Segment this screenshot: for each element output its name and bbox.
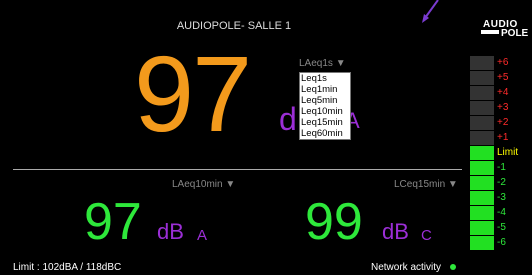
level-segment [470,221,494,235]
right-measure-dropdown[interactable]: LCeq15min ▼ [394,179,458,190]
measure-dropdown-menu: Leq1s Leq1min Leq5min Leq10min Leq15min … [299,72,351,140]
cursor-arrow-icon [422,0,439,23]
network-activity-label: Network activity [371,262,442,273]
main-measure-dropdown[interactable]: LAeq1s ▼ [299,58,346,69]
dropdown-option-leq10min[interactable]: Leq10min [300,106,350,117]
level-segment-label: +3 [497,102,509,113]
level-segment-label: +2 [497,117,509,128]
dropdown-option-leq5min[interactable]: Leq5min [300,95,350,106]
page-title: AUDIOPOLE- SALLE 1 [176,20,292,32]
network-status-icon [450,264,456,270]
left-level-value: 97 [84,193,142,251]
left-measure-dropdown[interactable]: LAeq10min ▼ [172,179,235,190]
dropdown-option-leq1s[interactable]: Leq1s [300,73,350,84]
level-segment [470,176,494,190]
dropdown-option-leq15min[interactable]: Leq15min [300,117,350,128]
limit-info: Limit : 102dBA / 118dBC [13,262,122,273]
level-segment [470,206,494,220]
level-segment [470,161,494,175]
level-segment [470,86,494,100]
level-segment-label: -2 [497,177,506,188]
divider [13,169,462,170]
level-segment [470,191,494,205]
level-segment [470,56,494,70]
level-segment [470,101,494,115]
logo-text-bottom: POLE [501,28,529,39]
level-segment [470,116,494,130]
main-unit-db: d [279,101,297,137]
level-segment [470,236,494,250]
level-segment-label: -4 [497,207,506,218]
level-segment [470,146,494,160]
level-segment-label: +1 [497,132,509,143]
level-segment [470,71,494,85]
level-segment-label: -5 [497,222,506,233]
left-unit-weighting: A [197,227,208,244]
dropdown-option-leq60min[interactable]: Leq60min [300,128,350,139]
right-unit-weighting: C [421,227,432,244]
level-segment-label: -1 [497,162,506,173]
level-segment-label: Limit [497,147,519,158]
left-unit-db: dB [157,219,184,244]
right-level-value: 99 [305,193,363,251]
right-unit-db: dB [382,219,409,244]
logo-bar [481,30,499,34]
audiopole-logo: AUDIO POLE [479,19,529,43]
level-segment-label: +5 [497,72,509,83]
level-segment-label: -6 [497,237,506,248]
main-level-value: 97 [134,33,252,154]
dropdown-option-leq1min[interactable]: Leq1min [300,84,350,95]
level-segment-label: +6 [497,57,509,68]
level-segment-label: -3 [497,192,506,203]
level-segment [470,131,494,145]
level-segment-label: +4 [497,87,509,98]
